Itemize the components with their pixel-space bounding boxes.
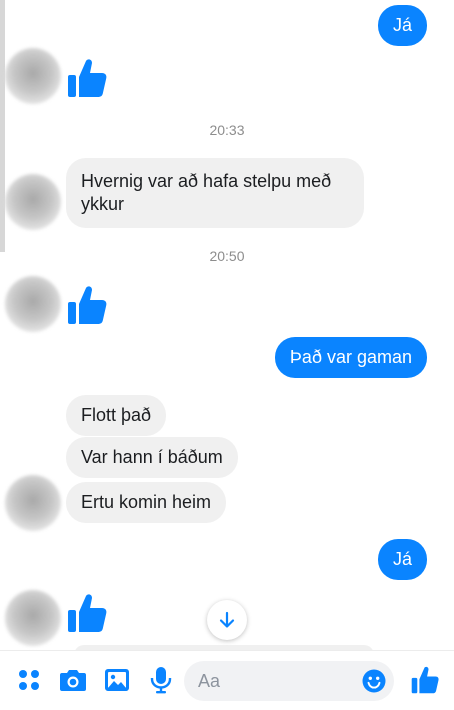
contact-avatar[interactable] [5,174,61,230]
contact-avatar[interactable] [5,590,61,646]
thumbs-up-icon [67,592,107,634]
scroll-to-bottom-button[interactable] [207,600,247,640]
message-input[interactable] [184,661,368,701]
thumbs-up-icon [67,284,107,326]
outgoing-message[interactable]: Það var gaman [274,337,427,378]
outgoing-message[interactable]: Já [377,539,427,580]
image-icon[interactable] [102,665,132,695]
arrow-down-icon [219,611,235,628]
microphone-icon[interactable] [146,665,176,695]
timestamp: 20:33 [209,122,245,138]
thumbs-up-icon[interactable] [411,665,439,695]
contact-avatar[interactable] [5,48,61,104]
emoji-icon[interactable] [362,669,386,693]
message-input-container[interactable] [184,661,394,701]
message-thread[interactable]: Já 20:33 Hvernig var að hafa stelpu með … [0,0,454,650]
incoming-message[interactable]: Hvernig var að hafa stelpu með ykkur [66,158,364,228]
timestamp: 20:50 [209,248,245,264]
contact-avatar[interactable] [5,276,61,332]
incoming-message[interactable]: Flott það [66,395,167,436]
camera-icon[interactable] [58,665,88,695]
apps-grid-icon[interactable] [14,665,44,695]
incoming-message[interactable]: Var hann í báðum [66,437,238,478]
incoming-message[interactable]: Ertu komin heim [66,482,227,523]
message-composer [0,650,454,710]
thumbs-up-icon [67,57,107,99]
outgoing-message[interactable]: Já [377,5,427,46]
contact-avatar[interactable] [5,475,61,531]
